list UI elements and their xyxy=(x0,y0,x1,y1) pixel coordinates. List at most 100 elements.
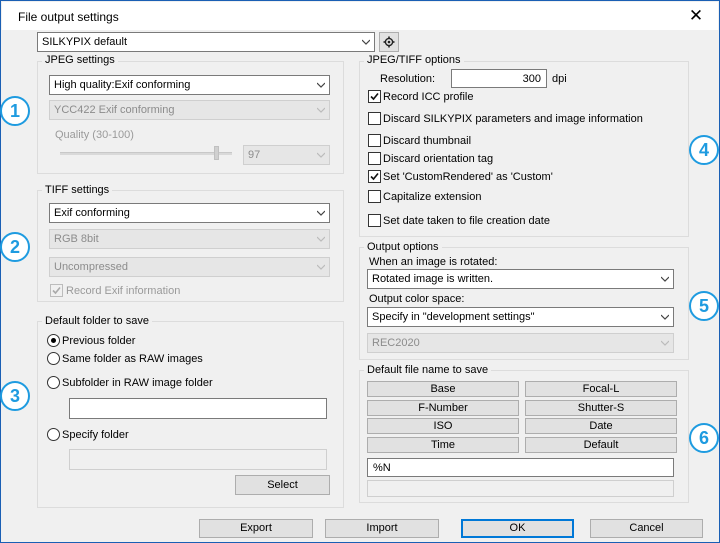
record-exif-checkbox xyxy=(50,284,63,297)
jpeg-color-mode-value: YCC422 Exif conforming xyxy=(54,104,175,116)
radio-subfolder[interactable] xyxy=(47,376,60,389)
preset-settings-button[interactable] xyxy=(379,32,399,52)
discard-orientation-label: Discard orientation tag xyxy=(383,153,494,165)
chevron-down-icon xyxy=(661,275,669,283)
cancel-button[interactable]: Cancel xyxy=(590,519,703,538)
colorspace-label: Output color space: xyxy=(369,293,465,305)
chevron-down-icon xyxy=(317,263,325,271)
radio-subfolder-label: Subfolder in RAW image folder xyxy=(62,377,213,389)
filename-pattern-input[interactable]: %N xyxy=(367,458,674,477)
radio-previous-folder-label: Previous folder xyxy=(62,335,136,347)
colorspace-sub-select: REC2020 xyxy=(367,333,674,353)
title-bar: File output settings ✕ xyxy=(2,2,718,30)
callout-badge-5: 5 xyxy=(689,291,719,321)
record-icc-checkbox[interactable] xyxy=(368,90,381,103)
select-folder-button[interactable]: Select xyxy=(235,475,330,495)
tiff-compression-select: Uncompressed xyxy=(49,257,330,277)
discard-parameters-checkbox[interactable] xyxy=(368,112,381,125)
chevron-down-icon xyxy=(317,151,325,159)
filename-fnumber-button[interactable]: F-Number xyxy=(367,400,519,416)
tiff-bit-depth-select: RGB 8bit xyxy=(49,229,330,249)
callout-badge-3: 3 xyxy=(0,381,30,411)
callout-badge-4: 4 xyxy=(689,135,719,165)
discard-thumbnail-checkbox[interactable] xyxy=(368,134,381,147)
tiff-bit-depth-value: RGB 8bit xyxy=(54,233,99,245)
checkmark-icon xyxy=(370,92,379,101)
jpeg-quality-label: Quality (30-100) xyxy=(55,129,134,141)
date-taken-label: Set date taken to file creation date xyxy=(383,215,550,227)
jpeg-color-mode-select: YCC422 Exif conforming xyxy=(49,100,330,120)
record-icc-label: Record ICC profile xyxy=(383,91,474,103)
radio-same-folder-label: Same folder as RAW images xyxy=(62,353,203,365)
gear-icon xyxy=(383,36,395,48)
callout-badge-6: 6 xyxy=(689,423,719,453)
capitalize-extension-checkbox[interactable] xyxy=(368,190,381,203)
jpeg-quality-mode-select[interactable]: High quality:Exif conforming xyxy=(49,75,330,95)
radio-selected-dot xyxy=(51,338,56,343)
import-button[interactable]: Import xyxy=(325,519,439,538)
window-title: File output settings xyxy=(18,10,119,24)
checkmark-icon xyxy=(370,172,379,181)
resolution-input[interactable]: 300 xyxy=(451,69,547,88)
file-name-label: Default file name to save xyxy=(364,364,492,376)
filename-base-button[interactable]: Base xyxy=(367,381,519,397)
callout-badge-1: 1 xyxy=(0,96,30,126)
default-folder-label: Default folder to save xyxy=(42,315,152,327)
preset-select[interactable]: SILKYPIX default xyxy=(37,32,375,52)
colorspace-sub-value: REC2020 xyxy=(372,337,420,349)
preset-value: SILKYPIX default xyxy=(42,36,127,48)
chevron-down-icon xyxy=(362,38,370,46)
jpeg-quality-value-select: 97 xyxy=(243,145,330,165)
filename-default-button[interactable]: Default xyxy=(525,437,677,453)
custom-rendered-label: Set 'CustomRendered' as 'Custom' xyxy=(383,171,553,183)
filename-shutter-button[interactable]: Shutter-S xyxy=(525,400,677,416)
resolution-label: Resolution: xyxy=(380,73,436,85)
jpeg-tiff-options-label: JPEG/TIFF options xyxy=(364,54,464,66)
callout-badge-2: 2 xyxy=(0,232,30,262)
output-options-label: Output options xyxy=(364,241,442,253)
colorspace-value: Specify in "development settings" xyxy=(372,311,535,323)
ok-button[interactable]: OK xyxy=(461,519,574,538)
export-button[interactable]: Export xyxy=(199,519,313,538)
checkmark-icon xyxy=(52,286,61,295)
radio-specify-folder[interactable] xyxy=(47,428,60,441)
filename-time-button[interactable]: Time xyxy=(367,437,519,453)
chevron-down-icon xyxy=(661,339,669,347)
jpeg-quality-mode-value: High quality:Exif conforming xyxy=(54,79,191,91)
radio-same-folder[interactable] xyxy=(47,352,60,365)
jpeg-settings-label: JPEG settings xyxy=(42,54,118,66)
custom-rendered-checkbox[interactable] xyxy=(368,170,381,183)
filename-preview-field xyxy=(367,480,674,497)
rotated-value: Rotated image is written. xyxy=(372,273,494,285)
jpeg-quality-slider-track xyxy=(60,152,232,155)
discard-parameters-label: Discard SILKYPIX parameters and image in… xyxy=(383,113,643,125)
tiff-compression-value: Uncompressed xyxy=(54,261,128,273)
resolution-unit: dpi xyxy=(552,73,567,85)
close-icon[interactable]: ✕ xyxy=(684,5,708,27)
radio-specify-folder-label: Specify folder xyxy=(62,429,129,441)
chevron-down-icon xyxy=(317,235,325,243)
tiff-format-select[interactable]: Exif conforming xyxy=(49,203,330,223)
discard-thumbnail-label: Discard thumbnail xyxy=(383,135,472,147)
rotated-select[interactable]: Rotated image is written. xyxy=(367,269,674,289)
capitalize-extension-label: Capitalize extension xyxy=(383,191,482,203)
chevron-down-icon xyxy=(317,209,325,217)
filename-focal-button[interactable]: Focal-L xyxy=(525,381,677,397)
jpeg-quality-value: 97 xyxy=(248,149,261,161)
rotated-label: When an image is rotated: xyxy=(369,256,498,268)
colorspace-select[interactable]: Specify in "development settings" xyxy=(367,307,674,327)
discard-orientation-checkbox[interactable] xyxy=(368,152,381,165)
record-exif-label: Record Exif information xyxy=(66,285,181,297)
chevron-down-icon xyxy=(317,81,325,89)
filename-date-button[interactable]: Date xyxy=(525,418,677,434)
chevron-down-icon xyxy=(661,313,669,321)
date-taken-checkbox[interactable] xyxy=(368,214,381,227)
tiff-settings-label: TIFF settings xyxy=(42,184,113,196)
chevron-down-icon xyxy=(317,106,325,114)
subfolder-input[interactable] xyxy=(69,398,327,419)
filename-iso-button[interactable]: ISO xyxy=(367,418,519,434)
jpeg-quality-slider-thumb xyxy=(214,146,219,160)
radio-previous-folder[interactable] xyxy=(47,334,60,347)
specify-folder-input[interactable] xyxy=(69,449,327,470)
tiff-format-value: Exif conforming xyxy=(54,207,130,219)
